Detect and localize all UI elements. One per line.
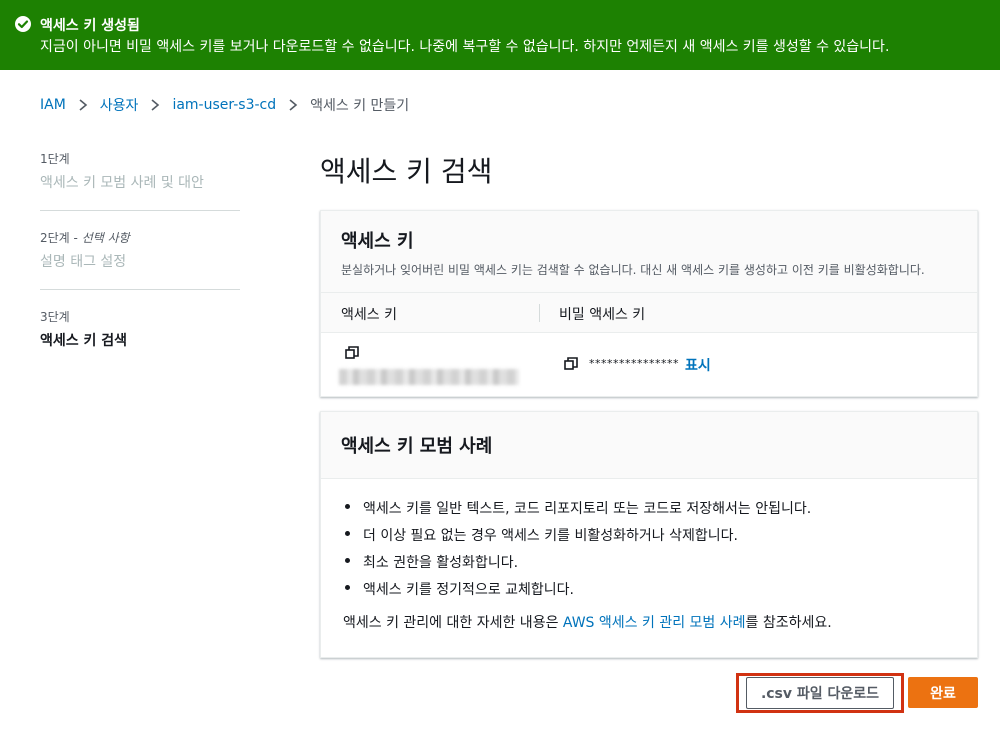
breadcrumb-iam[interactable]: IAM <box>40 97 66 113</box>
step-1: 1단계 액세스 키 모범 사례 및 대안 <box>40 150 240 211</box>
breadcrumb: IAM 사용자 iam-user-s3-cd 액세스 키 만들기 <box>40 95 409 115</box>
breadcrumb-user[interactable]: iam-user-s3-cd <box>172 97 276 113</box>
success-banner: 액세스 키 생성됨 지금이 아니면 비밀 액세스 키를 보거나 다운로드할 수 … <box>0 0 1000 70</box>
step-number: 2단계 - 선택 사항 <box>40 231 130 245</box>
best-practices-list: 액세스 키를 일반 텍스트, 코드 리포지토리 또는 코드로 저장해서는 안됩니… <box>343 498 811 606</box>
chevron-right-icon <box>79 99 88 111</box>
list-item: 더 이상 필요 없는 경우 액세스 키를 비활성화하거나 삭제합니다. <box>343 525 811 552</box>
list-item: 액세스 키를 일반 텍스트, 코드 리포지토리 또는 코드로 저장해서는 안됩니… <box>343 498 811 525</box>
step-number-text: 2단계 <box>40 231 70 245</box>
step-name[interactable]: 설명 태그 설정 <box>40 251 240 271</box>
copy-icon[interactable] <box>345 346 359 360</box>
download-csv-button[interactable]: .csv 파일 다운로드 <box>745 677 895 709</box>
chevron-right-icon <box>289 99 298 111</box>
panel-description: 분실하거나 잊어버린 비밀 액세스 키는 검색할 수 없습니다. 대신 새 액세… <box>341 263 925 277</box>
show-secret-link[interactable]: 표시 <box>685 355 711 375</box>
column-secret-key: 비밀 액세스 키 <box>559 307 646 323</box>
column-divider <box>539 304 540 322</box>
step-3: 3단계 액세스 키 검색 <box>40 308 240 368</box>
secret-key-masked: *************** <box>589 357 679 370</box>
panel-title: 액세스 키 모범 사례 <box>341 436 493 457</box>
step-optional: 선택 사항 <box>81 231 130 245</box>
table-header: 액세스 키 비밀 액세스 키 <box>321 293 977 333</box>
column-access-key: 액세스 키 <box>341 307 397 323</box>
list-item: 최소 권한을 활성화합니다. <box>343 552 811 579</box>
best-practices-footer: 액세스 키 관리에 대한 자세한 내용은 AWS 액세스 키 관리 모범 사례를… <box>343 612 832 632</box>
list-item: 액세스 키를 정기적으로 교체합니다. <box>343 579 811 606</box>
footer-prefix: 액세스 키 관리에 대한 자세한 내용은 <box>343 615 563 631</box>
step-2: 2단계 - 선택 사항 설명 태그 설정 <box>40 229 240 290</box>
step-name[interactable]: 액세스 키 모범 사례 및 대안 <box>40 172 240 192</box>
copy-icon[interactable] <box>564 357 578 371</box>
step-number: 3단계 <box>40 310 70 324</box>
best-practices-panel: 액세스 키 모범 사례 액세스 키를 일반 텍스트, 코드 리포지토리 또는 코… <box>320 411 978 658</box>
access-key-value-redacted <box>339 369 519 385</box>
chevron-right-icon <box>151 99 160 111</box>
best-practices-link[interactable]: AWS 액세스 키 관리 모범 사례 <box>563 615 746 631</box>
panel-header: 액세스 키 모범 사례 <box>321 412 977 479</box>
step-number: 1단계 <box>40 152 70 166</box>
panel-header: 액세스 키 분실하거나 잊어버린 비밀 액세스 키는 검색할 수 없습니다. 대… <box>321 211 977 293</box>
breadcrumb-current: 액세스 키 만들기 <box>310 98 410 114</box>
access-key-panel: 액세스 키 분실하거나 잊어버린 비밀 액세스 키는 검색할 수 없습니다. 대… <box>320 210 978 397</box>
wizard-steps: 1단계 액세스 키 모범 사례 및 대안 2단계 - 선택 사항 설명 태그 설… <box>40 150 240 386</box>
download-csv-highlight: .csv 파일 다운로드 <box>736 673 904 713</box>
panel-title: 액세스 키 <box>341 231 414 252</box>
page-title: 액세스 키 검색 <box>320 155 493 188</box>
step-name-active: 액세스 키 검색 <box>40 333 128 349</box>
footer-suffix: 를 참조하세요. <box>745 615 832 631</box>
banner-title: 액세스 키 생성됨 <box>40 18 140 34</box>
breadcrumb-users[interactable]: 사용자 <box>100 95 139 115</box>
done-button[interactable]: 완료 <box>908 677 978 708</box>
success-check-icon <box>15 16 31 32</box>
banner-message: 지금이 아니면 비밀 액세스 키를 보거나 다운로드할 수 없습니다. 나중에 … <box>40 39 890 55</box>
